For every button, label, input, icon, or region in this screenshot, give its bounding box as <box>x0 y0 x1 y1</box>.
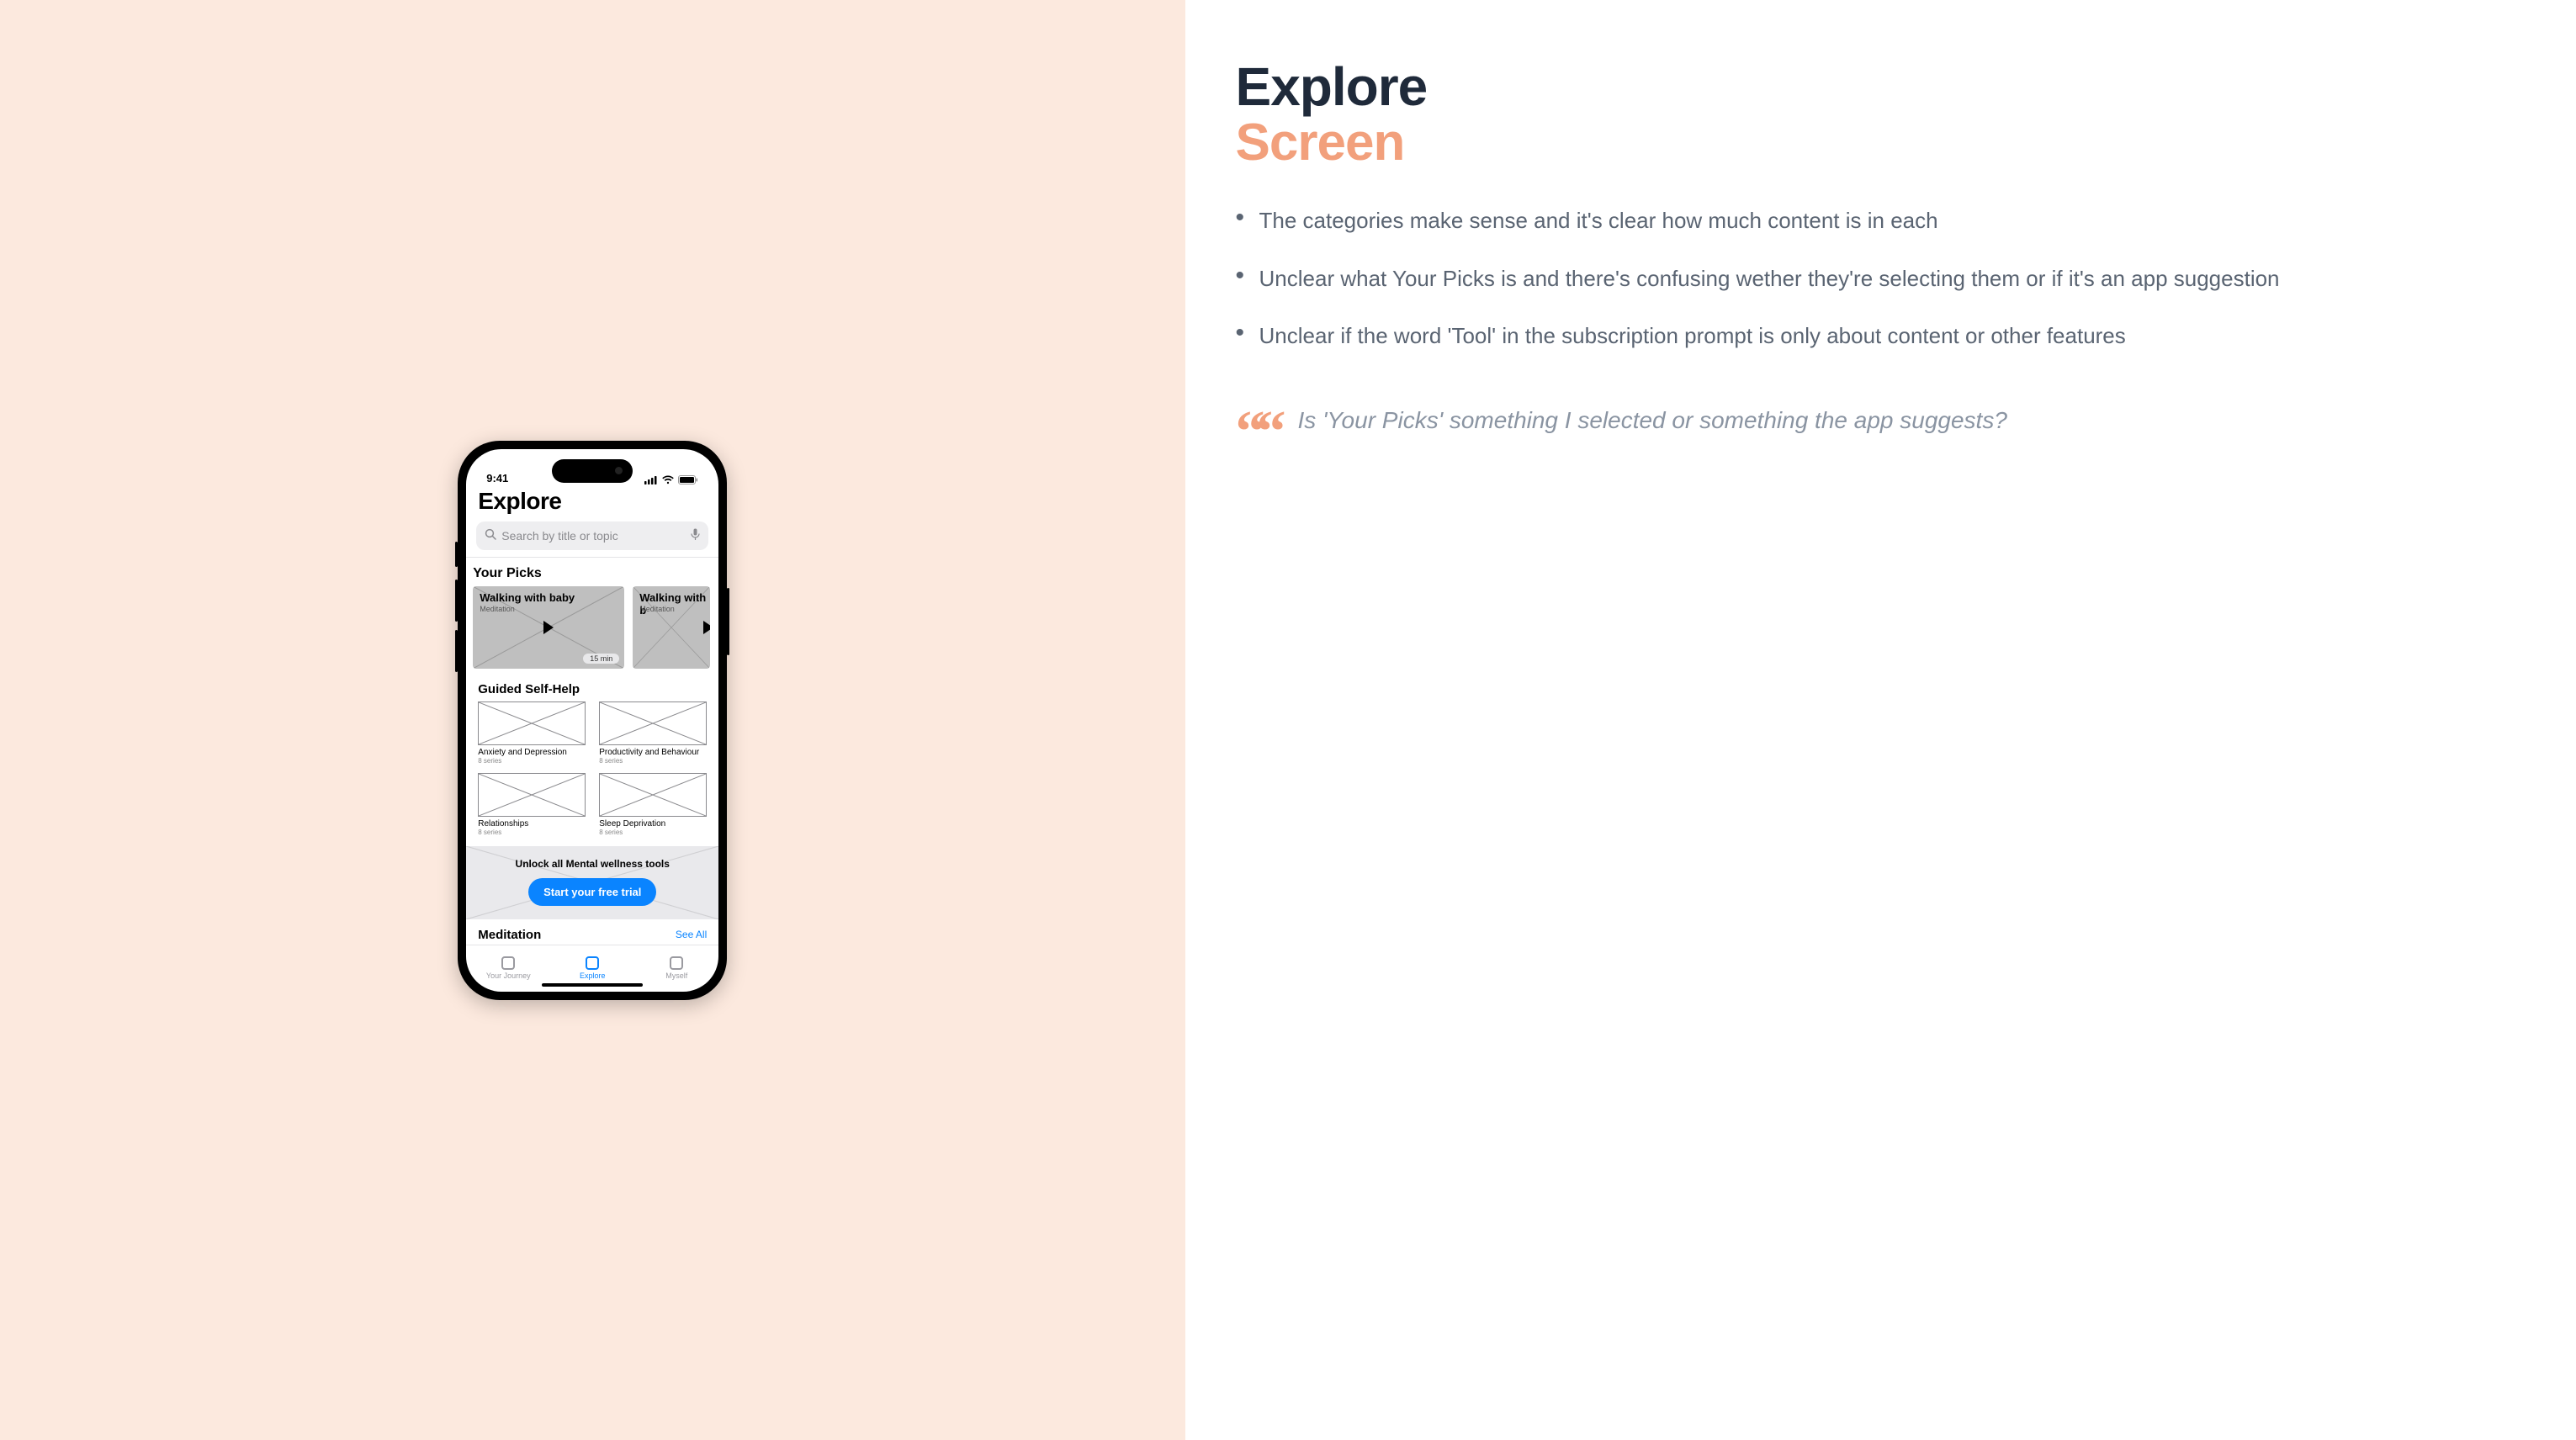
placeholder-image <box>478 773 586 817</box>
picks-carousel[interactable]: Walking with baby Meditation 15 min Walk… <box>466 586 718 669</box>
heading-main: Explore <box>1236 59 2526 115</box>
play-icon[interactable] <box>543 621 554 634</box>
mic-icon[interactable] <box>691 528 700 543</box>
section-your-picks-title: Your Picks <box>466 558 718 586</box>
search-input[interactable]: Search by title or topic <box>476 521 708 550</box>
see-all-link[interactable]: See All <box>676 929 707 940</box>
guided-label: Sleep Deprivation <box>599 819 707 829</box>
search-placeholder: Search by title or topic <box>501 529 686 543</box>
home-indicator[interactable] <box>542 983 643 987</box>
placeholder-image <box>478 701 586 745</box>
guided-count: 8 series <box>478 757 586 765</box>
tab-label: Your Journey <box>486 971 531 980</box>
start-trial-button[interactable]: Start your free trial <box>528 878 656 906</box>
bullet-list: The categories make sense and it's clear… <box>1236 204 2526 352</box>
guided-label: Anxiety and Depression <box>478 748 586 757</box>
screen-content: Explore Search by title or topic Your Pi… <box>466 486 718 945</box>
bullet-item: Unclear if the word 'Tool' in the subscr… <box>1236 319 2526 352</box>
mockup-pane: 9:41 Explore Search by title or topic <box>0 0 1185 1440</box>
page-title: Explore <box>466 486 718 521</box>
tab-myself[interactable]: Myself <box>634 945 718 992</box>
guided-label: Productivity and Behaviour <box>599 748 707 757</box>
notes-pane: Explore Screen The categories make sense… <box>1185 0 2576 1440</box>
pick-subtitle: Meditation <box>480 605 515 613</box>
search-icon <box>485 528 496 543</box>
status-time: 9:41 <box>486 472 508 484</box>
phone-button-power <box>727 588 729 655</box>
signal-icon <box>644 475 658 484</box>
guided-count: 8 series <box>599 829 707 836</box>
play-icon[interactable] <box>703 621 710 634</box>
wifi-icon <box>661 475 675 484</box>
section-meditation-title: Meditation <box>478 928 541 942</box>
section-guided-title: Guided Self-Help <box>478 669 707 701</box>
unlock-text: Unlock all Mental wellness tools <box>516 858 670 870</box>
battery-icon <box>678 475 698 484</box>
pick-card[interactable]: Walking with baby Meditation 15 min <box>473 586 624 669</box>
guided-cell[interactable]: Productivity and Behaviour 8 series <box>599 701 707 765</box>
guided-cell[interactable]: Anxiety and Depression 8 series <box>478 701 586 765</box>
tab-icon <box>670 956 683 970</box>
quote-block: ““ Is 'Your Picks' something I selected … <box>1236 403 2526 450</box>
duration-badge: 15 min <box>583 654 619 664</box>
guided-label: Relationships <box>478 819 586 829</box>
placeholder-image <box>599 773 707 817</box>
phone-frame: 9:41 Explore Search by title or topic <box>458 441 727 1000</box>
tab-icon <box>586 956 599 970</box>
phone-screen: 9:41 Explore Search by title or topic <box>466 449 718 992</box>
phone-button-silent <box>455 542 458 567</box>
guided-count: 8 series <box>478 829 586 836</box>
bullet-item: The categories make sense and it's clear… <box>1236 204 2526 237</box>
unlock-banner: Unlock all Mental wellness tools Start y… <box>466 846 718 919</box>
tab-label: Explore <box>580 971 606 980</box>
dynamic-island <box>552 459 633 483</box>
guided-cell[interactable]: Relationships 8 series <box>478 773 586 836</box>
placeholder-image <box>599 701 707 745</box>
quote-icon: ““ <box>1236 403 1278 450</box>
guided-cell[interactable]: Sleep Deprivation 8 series <box>599 773 707 836</box>
slide-heading: Explore Screen <box>1236 59 2526 170</box>
bullet-item: Unclear what Your Picks is and there's c… <box>1236 262 2526 295</box>
guided-grid: Anxiety and Depression 8 series Producti… <box>478 701 707 836</box>
pick-subtitle: Meditation <box>639 605 675 613</box>
phone-button-vol-down <box>455 630 458 672</box>
pick-card[interactable]: Walking with b Meditation <box>633 586 710 669</box>
guided-count: 8 series <box>599 757 707 765</box>
tab-icon <box>501 956 515 970</box>
phone-button-vol-up <box>455 580 458 622</box>
camera-icon <box>615 467 623 474</box>
tab-your-journey[interactable]: Your Journey <box>466 945 550 992</box>
quote-text: Is 'Your Picks' something I selected or … <box>1298 403 2007 438</box>
heading-sub: Screen <box>1236 115 2526 170</box>
tab-label: Myself <box>665 971 687 980</box>
pick-title: Walking with baby <box>480 591 575 604</box>
